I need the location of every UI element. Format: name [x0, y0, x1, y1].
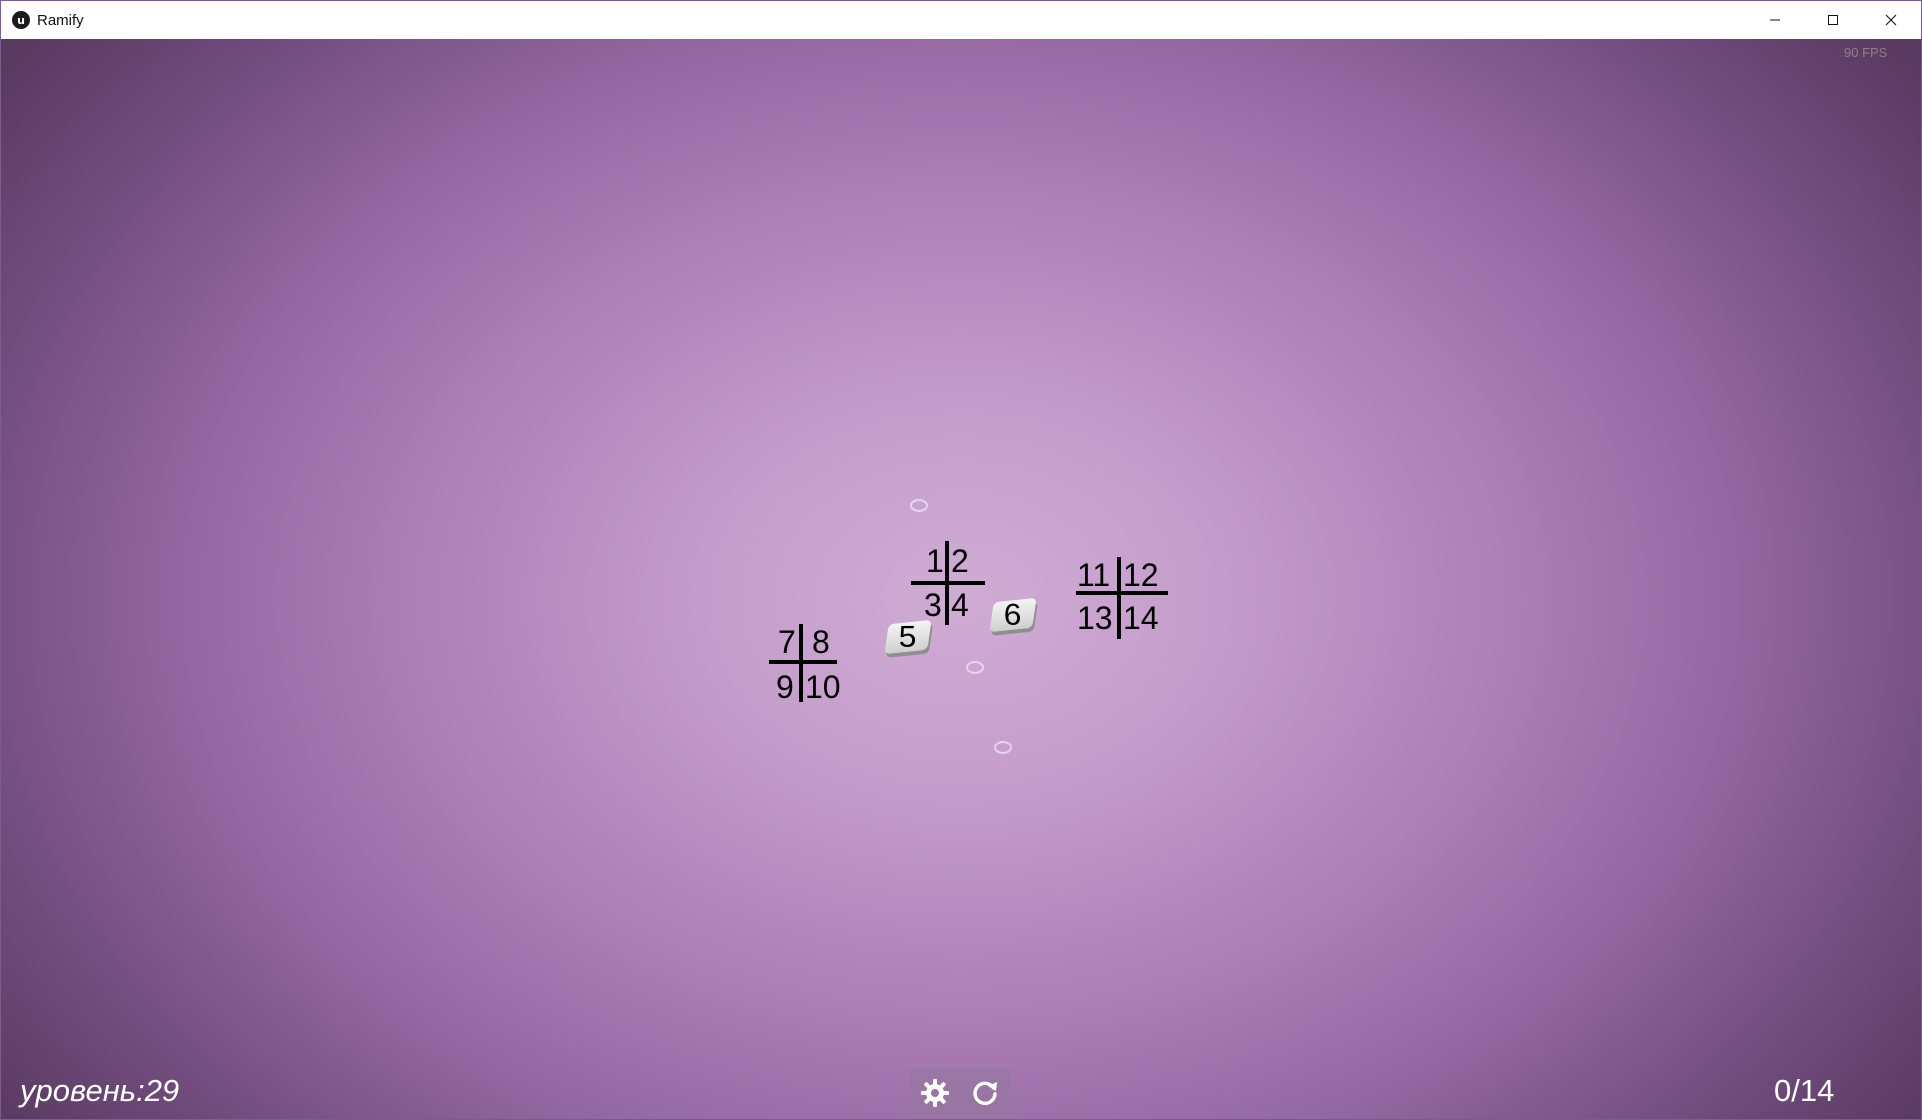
cross-number: 13 — [1077, 600, 1113, 636]
tile-number: 5 — [899, 619, 917, 654]
app-window: u Ramify 90 FPS 1 2 3 4 5 6 7 8 9 10 11 … — [0, 0, 1922, 1120]
cross-horizontal-bar — [911, 581, 985, 585]
score-counter: 0/14 — [1774, 1073, 1835, 1108]
game-viewport[interactable]: 90 FPS 1 2 3 4 5 6 7 8 9 10 11 12 13 14 … — [1, 39, 1921, 1119]
cross-number: 8 — [812, 624, 830, 660]
cross-number: 4 — [951, 587, 969, 623]
level-indicator: уровень:29 — [20, 1073, 180, 1108]
cross-horizontal-bar — [769, 660, 837, 664]
cross-number: 10 — [805, 669, 841, 705]
cross-number: 7 — [778, 624, 796, 660]
cross-number: 9 — [776, 669, 794, 705]
number-tile-5[interactable]: 5 — [884, 619, 932, 655]
cross-piece-7-10[interactable]: 7 8 9 10 — [767, 624, 851, 705]
minimize-button[interactable] — [1746, 1, 1804, 39]
window-title: Ramify — [37, 11, 84, 29]
target-ring[interactable] — [910, 499, 928, 512]
restart-button[interactable] — [960, 1068, 1010, 1118]
cross-vertical-bar — [1117, 557, 1121, 639]
settings-button[interactable] — [910, 1068, 960, 1118]
maximize-icon — [1828, 15, 1838, 25]
cross-number: 12 — [1123, 557, 1159, 593]
cross-number: 14 — [1123, 600, 1159, 636]
cross-piece-1-4[interactable]: 1 2 3 4 — [909, 541, 989, 625]
cross-number: 3 — [924, 587, 942, 623]
cross-piece-11-14[interactable]: 11 12 13 14 — [1074, 557, 1170, 639]
target-ring[interactable] — [966, 661, 984, 674]
restart-icon — [973, 1081, 997, 1105]
gear-icon — [921, 1079, 949, 1107]
cross-number: 2 — [951, 543, 969, 579]
cross-number: 11 — [1077, 557, 1111, 593]
app-logo-icon: u — [12, 11, 30, 29]
title-bar[interactable]: u Ramify — [1, 1, 1921, 39]
tile-number: 6 — [1004, 597, 1022, 632]
number-tile-6[interactable]: 6 — [989, 597, 1037, 633]
control-bar — [910, 1068, 1010, 1118]
fps-counter: 90 FPS — [1844, 45, 1888, 60]
minimize-icon — [1770, 19, 1780, 21]
cross-number: 1 — [926, 543, 944, 579]
close-button[interactable] — [1862, 1, 1920, 39]
close-icon — [1885, 14, 1897, 26]
target-ring[interactable] — [994, 741, 1012, 754]
maximize-button[interactable] — [1804, 1, 1862, 39]
